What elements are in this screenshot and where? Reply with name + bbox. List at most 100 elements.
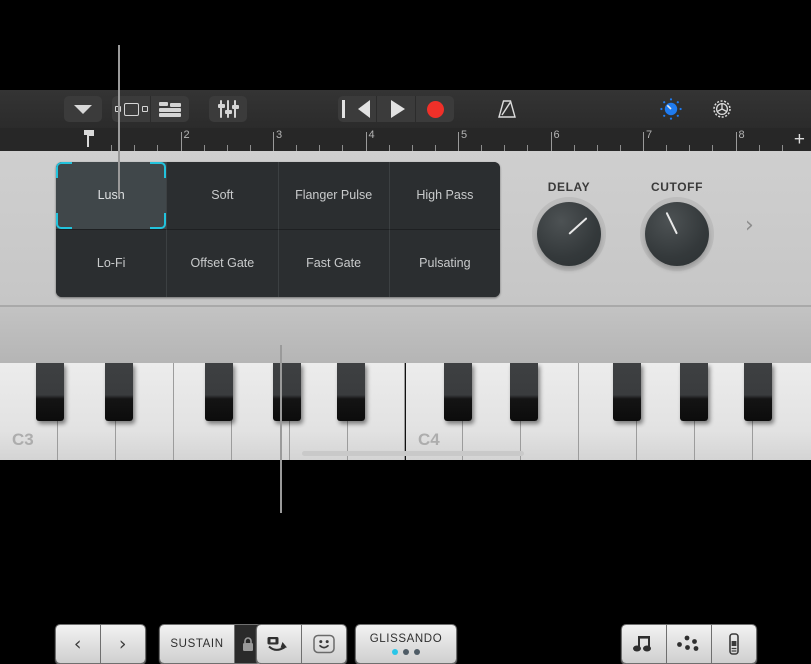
piano-black-key[interactable]	[36, 363, 64, 421]
rewind-icon	[342, 100, 370, 118]
piano-keyboard[interactable]: C3 C4	[0, 363, 811, 460]
preset-label: Lush	[97, 188, 125, 203]
fx-knob-icon	[660, 98, 682, 120]
ruler-bar-line	[643, 132, 644, 151]
navigation-dropdown-button[interactable]	[64, 96, 102, 122]
ruler-bar-label: 7	[646, 129, 653, 141]
cutoff-knob-control[interactable]: CUTOFF	[629, 180, 725, 266]
settings-button[interactable]	[705, 96, 739, 122]
sustain-button[interactable]: SUSTAIN	[160, 625, 234, 663]
preset-cell-offset-gate[interactable]: Offset Gate	[167, 229, 279, 297]
fx-button[interactable]	[654, 96, 688, 122]
keyboard-scroll-indicator[interactable]	[302, 451, 524, 456]
top-black-band	[0, 0, 811, 90]
chord-strips-button[interactable]	[666, 625, 711, 663]
next-presets-button[interactable]: ›	[745, 215, 754, 237]
preset-label: Lo-Fi	[96, 256, 126, 271]
bottom-black-band	[0, 460, 811, 564]
preset-label: Offset Gate	[190, 256, 255, 271]
record-button[interactable]	[415, 96, 454, 122]
octave-up-button[interactable]: ›	[100, 625, 145, 663]
velocity-slider-button[interactable]	[711, 625, 756, 663]
sustain-label: SUSTAIN	[170, 638, 224, 650]
preset-label: Flanger Pulse	[295, 188, 373, 203]
preset-cell-fast-gate[interactable]: Fast Gate	[278, 229, 390, 297]
ruler-bar-line	[273, 132, 274, 151]
navigation-group	[64, 96, 102, 122]
preset-cell-lush[interactable]: Lush	[56, 162, 168, 230]
ruler-bar-label: 5	[461, 129, 468, 141]
gear-icon	[713, 100, 731, 118]
cutoff-knob-label: CUTOFF	[650, 180, 704, 194]
cutoff-knob-pointer	[665, 211, 678, 235]
piano-black-key[interactable]	[680, 363, 708, 421]
timeline-ruler[interactable]: 2 3 4 5 6 7 8 +	[0, 128, 811, 151]
chevron-right-icon: ›	[118, 633, 128, 655]
delay-knob-pointer	[568, 217, 588, 235]
play-icon	[390, 100, 405, 118]
piano-black-key[interactable]	[273, 363, 301, 421]
tracks-icon	[159, 101, 181, 117]
ruler-bar-line	[735, 132, 737, 151]
metronome-icon	[498, 100, 516, 118]
cutoff-knob[interactable]	[645, 202, 709, 266]
piano-black-key[interactable]	[744, 363, 772, 421]
expression-button[interactable]	[301, 625, 346, 663]
glissando-button[interactable]: GLISSANDO	[356, 625, 456, 663]
preset-cell-lo-fi[interactable]: Lo-Fi	[56, 229, 168, 297]
preset-label: High Pass	[416, 188, 474, 203]
piano-black-key[interactable]	[444, 363, 472, 421]
delay-knob-control[interactable]: DELAY	[521, 180, 617, 266]
rewind-button[interactable]	[338, 96, 376, 122]
preset-cell-flanger-pulse[interactable]: Flanger Pulse	[278, 162, 390, 230]
smiley-icon	[313, 634, 335, 654]
chord-dots-icon	[677, 635, 699, 651]
preset-label: Fast Gate	[306, 256, 362, 271]
metronome-button[interactable]	[490, 96, 524, 122]
glissando-dot	[391, 649, 398, 655]
playhead-marker[interactable]	[83, 129, 96, 148]
garageband-keyboard-screen: 2 3 4 5 6 7 8 + Lush Soft Flanger Pulse High Pass…	[0, 0, 811, 664]
keyboard-control-bar: ‹ › SUSTAIN GLISSANDO	[0, 307, 811, 664]
note-values-button[interactable]	[622, 625, 666, 663]
preset-cell-soft[interactable]: Soft	[167, 162, 279, 230]
play-button[interactable]	[376, 96, 415, 122]
glissando-group: GLISSANDO	[355, 624, 457, 664]
glissando-dot	[413, 649, 420, 655]
piano-black-key[interactable]	[337, 363, 365, 421]
preset-row: Lush Soft Flanger Pulse High Pass	[56, 162, 500, 230]
delay-knob[interactable]	[537, 202, 601, 266]
preset-cell-high-pass[interactable]: High Pass	[389, 162, 500, 230]
velocity-fader-icon	[729, 633, 739, 655]
mixer-controls-button[interactable]	[209, 96, 247, 122]
mixer-icon	[217, 100, 239, 118]
ruler-bar-label: 6	[553, 129, 560, 141]
ruler-bar-label: 2	[183, 129, 190, 141]
octave-group: ‹ ›	[55, 624, 146, 664]
transport-group	[338, 96, 454, 122]
preset-cell-pulsating[interactable]: Pulsating	[389, 229, 500, 297]
toolbar	[0, 90, 811, 129]
tracks-view-button[interactable]	[150, 96, 189, 122]
piano-black-key[interactable]	[205, 363, 233, 421]
add-track-button[interactable]: +	[794, 130, 805, 149]
glissando-dot	[402, 649, 409, 655]
preset-row: Lo-Fi Offset Gate Fast Gate Pulsating	[56, 229, 500, 297]
arpeggiator-button[interactable]	[257, 625, 301, 663]
callout-line-preset	[118, 45, 120, 197]
delay-knob-label: DELAY	[547, 180, 591, 194]
mixer-group	[209, 96, 247, 122]
octave-down-button[interactable]: ‹	[56, 625, 100, 663]
piano-key-label: C4	[418, 430, 440, 449]
piano-black-key[interactable]	[510, 363, 538, 421]
piano-key-label: C3	[12, 430, 34, 449]
keyboard-mode-group	[621, 624, 757, 664]
ruler-bar-label: 3	[276, 129, 283, 141]
record-icon	[426, 100, 444, 118]
arpeggiator-icon	[267, 637, 287, 651]
lock-icon	[243, 636, 253, 651]
ruler-bar-line	[180, 132, 182, 151]
piano-black-key[interactable]	[105, 363, 133, 421]
performance-group	[256, 624, 347, 664]
piano-black-key[interactable]	[613, 363, 641, 421]
